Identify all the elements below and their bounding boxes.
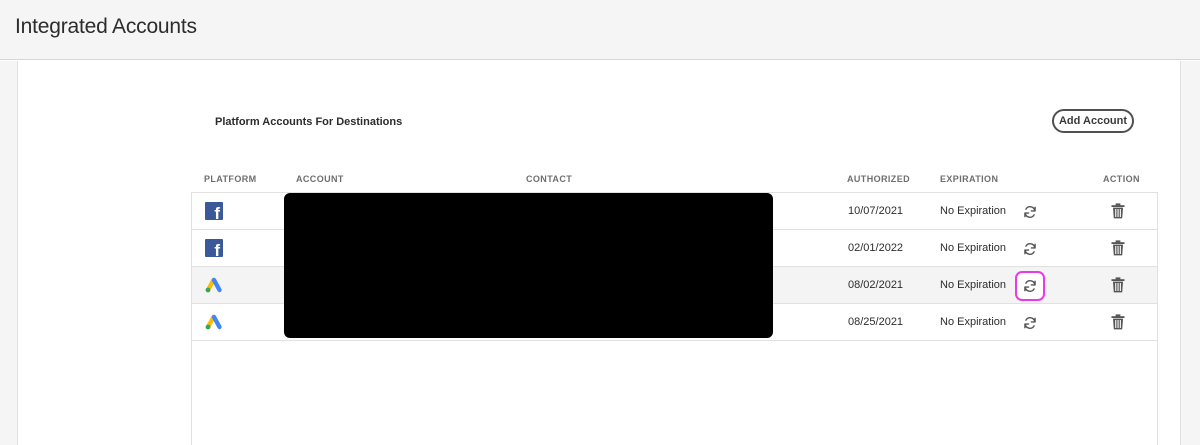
right-rail bbox=[1180, 61, 1200, 445]
trash-icon[interactable] bbox=[1111, 240, 1127, 256]
section-title: Platform Accounts For Destinations bbox=[215, 116, 403, 128]
facebook-icon: f bbox=[205, 202, 225, 222]
refresh-icon[interactable] bbox=[1015, 197, 1045, 227]
refresh-icon[interactable] bbox=[1015, 234, 1045, 264]
redaction-box bbox=[284, 193, 773, 338]
authorized-date: 08/02/2021 bbox=[848, 279, 904, 291]
authorized-date: 08/25/2021 bbox=[848, 316, 904, 328]
facebook-icon: f bbox=[205, 239, 225, 259]
expiration-value: No Expiration bbox=[940, 279, 1007, 291]
column-header-platform: PLATFORM bbox=[204, 174, 257, 184]
expiration-value: No Expiration bbox=[940, 205, 1007, 217]
page-title: Integrated Accounts bbox=[15, 15, 197, 38]
authorized-date: 10/07/2021 bbox=[848, 205, 904, 217]
refresh-icon[interactable] bbox=[1015, 308, 1045, 338]
refresh-icon[interactable] bbox=[1015, 271, 1045, 301]
authorized-date: 02/01/2022 bbox=[848, 242, 904, 254]
column-header-authorized: AUTHORIZED bbox=[847, 174, 910, 184]
google-ads-icon bbox=[204, 313, 224, 333]
expiration-value: No Expiration bbox=[940, 242, 1007, 254]
column-header-account: ACCOUNT bbox=[296, 174, 344, 184]
column-header-expiration: EXPIRATION bbox=[940, 174, 999, 184]
trash-icon[interactable] bbox=[1111, 314, 1127, 330]
expiration-value: No Expiration bbox=[940, 316, 1007, 328]
trash-icon[interactable] bbox=[1111, 203, 1127, 219]
page-header: Integrated Accounts bbox=[0, 0, 1200, 60]
column-header-action: ACTION bbox=[1103, 174, 1140, 184]
column-header-contact: CONTACT bbox=[526, 174, 573, 184]
trash-icon[interactable] bbox=[1111, 277, 1127, 293]
add-account-button[interactable]: Add Account bbox=[1052, 109, 1134, 133]
left-rail bbox=[0, 61, 18, 445]
google-ads-icon bbox=[204, 276, 224, 296]
